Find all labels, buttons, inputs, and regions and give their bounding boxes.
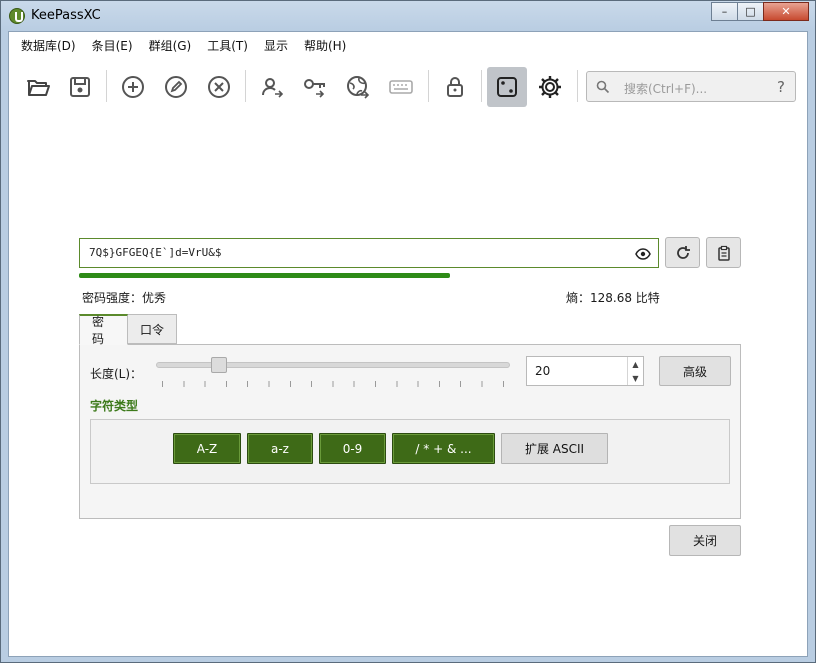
keepassxc-logo-icon	[9, 8, 25, 24]
length-slider-handle[interactable]	[211, 357, 227, 373]
save-database-button[interactable]	[60, 67, 100, 107]
window-controls: – □ ✕	[711, 2, 809, 21]
minimize-button[interactable]: –	[711, 2, 738, 21]
password-strength-label: 密码强度：优秀	[82, 291, 167, 305]
password-field[interactable]: 7Q$}GFGEQ{E`]d=VrU&$	[79, 238, 659, 268]
close-button[interactable]: 关闭	[669, 525, 741, 556]
toggle-special-chars[interactable]: / * + & ...	[392, 433, 495, 464]
edit-entry-button[interactable]	[156, 67, 196, 107]
main-area: 数据库(D) 条目(E) 群组(G) 工具(T) 显示 帮助(H) 搜索(Ctr…	[8, 31, 808, 657]
copy-password-icon	[304, 79, 325, 98]
spinbox-arrows[interactable]: ▲ ▼	[627, 357, 643, 385]
copy-username-icon	[262, 78, 284, 98]
regenerate-button[interactable]	[665, 237, 700, 268]
toolbar: 搜索(Ctrl+F)... ?	[9, 66, 807, 110]
toggle-lowercase[interactable]: a-z	[247, 433, 313, 464]
show-password-icon[interactable]	[635, 246, 651, 262]
edit-entry-icon	[165, 76, 187, 98]
settings-icon	[539, 76, 561, 98]
lock-database-icon	[447, 77, 463, 97]
search-placeholder: 搜索(Ctrl+F)...	[624, 82, 708, 96]
toggle-numbers[interactable]: 0-9	[319, 433, 386, 464]
menu-view[interactable]: 显示	[256, 37, 296, 54]
lock-database-button[interactable]	[435, 67, 475, 107]
search-help-icon[interactable]: ?	[777, 78, 785, 96]
menu-tools[interactable]: 工具(T)	[199, 37, 256, 54]
add-entry-icon	[122, 76, 144, 98]
maximize-button[interactable]: □	[737, 2, 764, 21]
delete-entry-button[interactable]	[199, 67, 239, 107]
clipboard-icon	[717, 245, 730, 261]
password-strength-bar	[79, 273, 450, 278]
spin-down-icon[interactable]: ▼	[632, 374, 638, 383]
title-bar[interactable]: KeePassXC – □ ✕	[1, 1, 815, 31]
generated-password: 7Q$}GFGEQ{E`]d=VrU&$	[89, 246, 222, 259]
toggle-extended-ascii[interactable]: 扩展 ASCII	[501, 433, 608, 464]
length-slider[interactable]	[156, 357, 510, 373]
window-title: KeePassXC	[31, 8, 101, 23]
password-options-panel: 长度(L)： 20 ▲ ▼ 高级 字符类型 A-Z a-z 0-9 / * + …	[79, 344, 741, 519]
copy-url-button[interactable]	[338, 67, 378, 107]
app-window: KeePassXC – □ ✕ 数据库(D) 条目(E) 群组(G) 工具(T)…	[0, 0, 816, 663]
open-database-icon	[27, 80, 50, 96]
search-input[interactable]: 搜索(Ctrl+F)... ?	[586, 71, 796, 102]
toggle-uppercase[interactable]: A-Z	[173, 433, 241, 464]
copy-password-clipboard-button[interactable]	[706, 237, 741, 268]
open-database-button[interactable]	[18, 67, 58, 107]
add-entry-button[interactable]	[113, 67, 153, 107]
tab-passphrase[interactable]: 口令	[127, 314, 177, 344]
copy-username-button[interactable]	[252, 67, 292, 107]
copy-url-icon	[347, 76, 370, 99]
password-generator-button[interactable]	[487, 67, 527, 107]
save-database-icon	[70, 77, 90, 97]
tab-password[interactable]: 密码	[79, 314, 128, 346]
menu-help[interactable]: 帮助(H)	[296, 37, 354, 54]
menu-bar: 数据库(D) 条目(E) 群组(G) 工具(T) 显示 帮助(H)	[9, 32, 807, 58]
copy-password-button[interactable]	[295, 67, 335, 107]
autotype-button[interactable]	[381, 67, 421, 107]
menu-database[interactable]: 数据库(D)	[13, 37, 84, 54]
length-label: 长度(L)：	[90, 367, 143, 381]
menu-groups[interactable]: 群组(G)	[141, 37, 200, 54]
character-types-group: A-Z a-z 0-9 / * + & ... 扩展 ASCII	[90, 419, 730, 484]
length-value: 20	[535, 364, 551, 378]
refresh-icon	[676, 245, 690, 259]
close-window-button[interactable]: ✕	[763, 2, 809, 21]
character-types-label: 字符类型	[90, 399, 139, 413]
slider-ticks	[162, 381, 504, 387]
menu-entries[interactable]: 条目(E)	[84, 37, 141, 54]
entropy-label: 熵：128.68 比特	[566, 291, 660, 305]
password-generator-icon	[497, 77, 517, 97]
settings-button[interactable]	[530, 67, 570, 107]
advanced-button[interactable]: 高级	[659, 356, 731, 386]
autotype-icon	[389, 80, 413, 94]
search-icon	[596, 80, 610, 94]
spin-up-icon[interactable]: ▲	[632, 360, 638, 369]
delete-entry-icon	[208, 76, 230, 98]
length-spinbox[interactable]: 20 ▲ ▼	[526, 356, 644, 386]
